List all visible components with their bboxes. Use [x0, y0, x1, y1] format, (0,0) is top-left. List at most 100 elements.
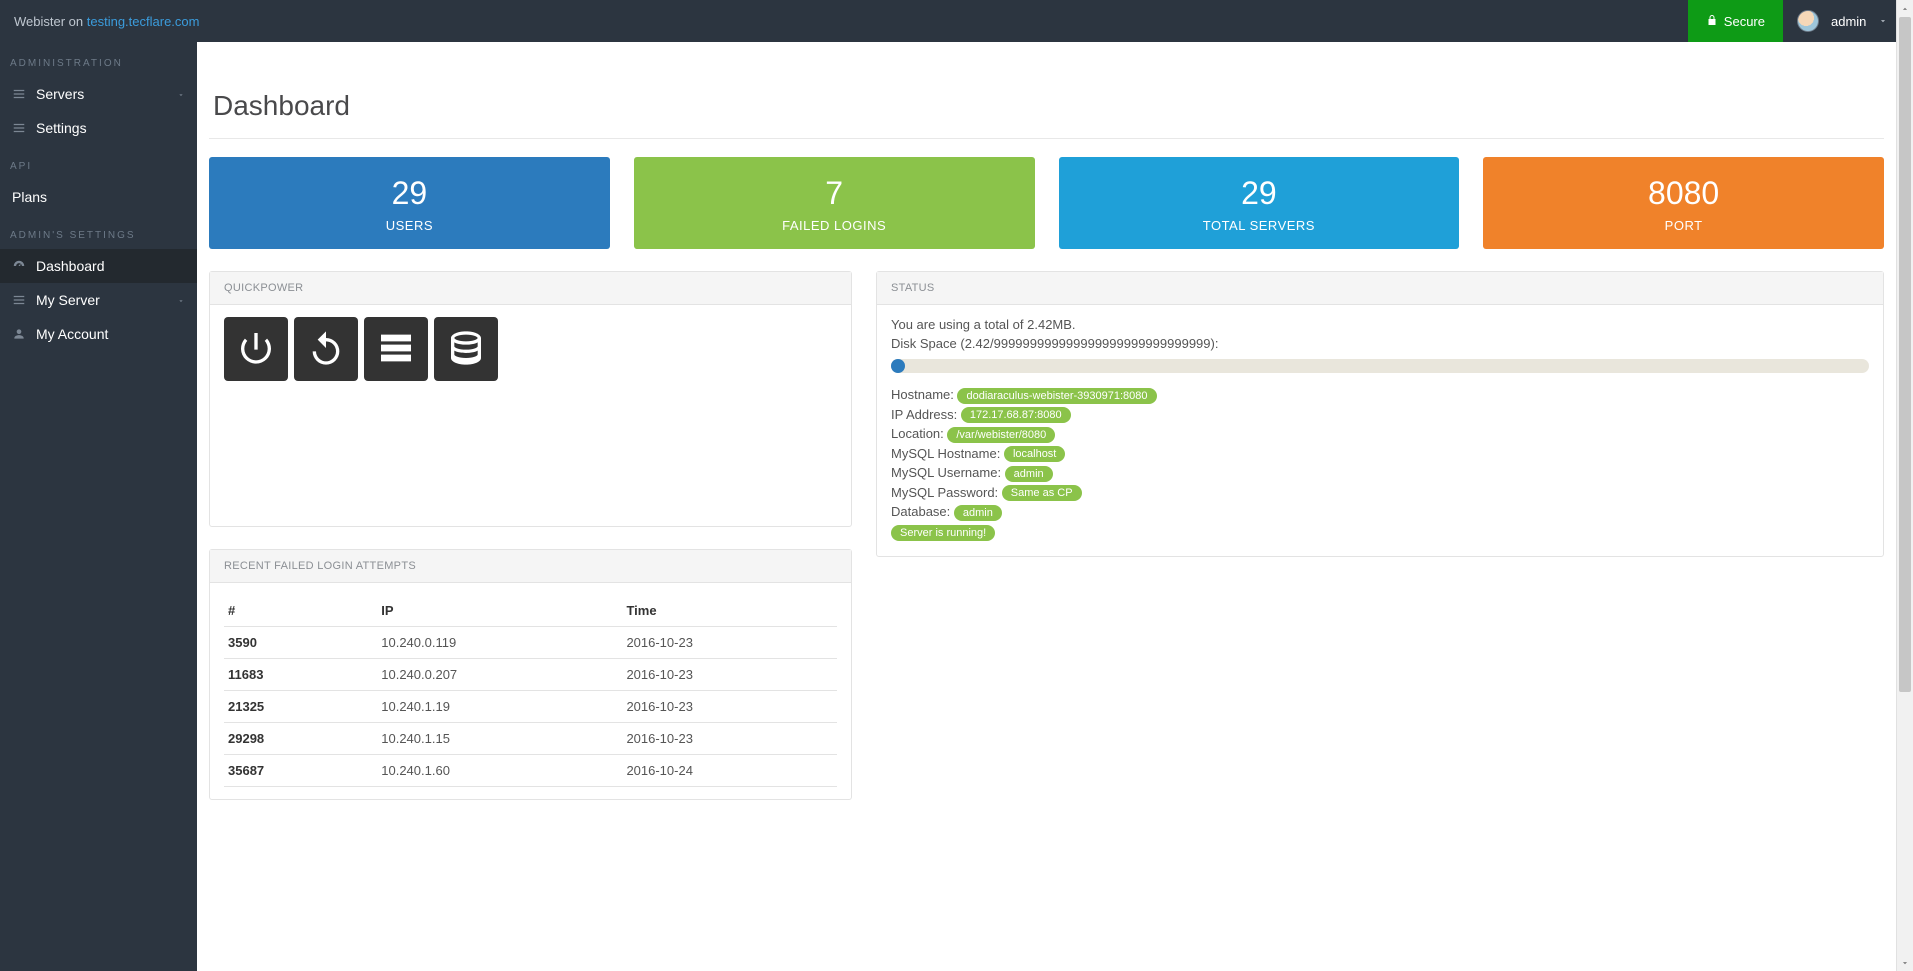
sidebar-item-label: My Server — [36, 292, 100, 308]
status-label: Hostname: — [891, 387, 957, 402]
stat-label: TOTAL SERVERS — [1069, 218, 1450, 233]
panel-body: # IP Time 3590 10.240.0.119 2016-10-23 — [210, 583, 851, 799]
cell-time: 2016-10-23 — [622, 659, 837, 691]
panel-header: RECENT FAILED LOGIN ATTEMPTS — [210, 550, 851, 583]
stat-value: 29 — [219, 175, 600, 212]
col-time: Time — [622, 595, 837, 627]
brand-link[interactable]: Webister on testing.tecflare.com — [14, 14, 199, 29]
restart-button[interactable] — [294, 317, 358, 381]
sidebar-item-my-server[interactable]: My Server — [0, 283, 197, 317]
cell-id: 11683 — [224, 659, 377, 691]
lock-icon — [1706, 14, 1718, 29]
power-icon — [236, 328, 276, 371]
sidebar-item-settings[interactable]: Settings — [0, 111, 197, 145]
stat-failed-logins[interactable]: 7 FAILED LOGINS — [634, 157, 1035, 249]
left-column: QUICKPOWER — [209, 271, 852, 800]
table-header-row: # IP Time — [224, 595, 837, 627]
cell-id: 3590 — [224, 627, 377, 659]
status-value-pill: /var/webister/8080 — [947, 427, 1055, 443]
list-icon — [12, 87, 26, 101]
cell-ip: 10.240.1.15 — [377, 723, 622, 755]
status-label: MySQL Password: — [891, 485, 1002, 500]
stat-label: FAILED LOGINS — [644, 218, 1025, 233]
status-mysql-host: MySQL Hostname: localhost — [891, 446, 1869, 463]
cell-time: 2016-10-23 — [622, 723, 837, 755]
brand-host: testing.tecflare.com — [87, 14, 200, 29]
cell-id: 35687 — [224, 755, 377, 787]
table-row: 3590 10.240.0.119 2016-10-23 — [224, 627, 837, 659]
cell-ip: 10.240.1.60 — [377, 755, 622, 787]
status-value-pill: Same as CP — [1002, 485, 1082, 501]
sidebar-item-plans[interactable]: Plans — [0, 180, 197, 214]
failed-logins-table: # IP Time 3590 10.240.0.119 2016-10-23 — [224, 595, 837, 787]
power-button[interactable] — [224, 317, 288, 381]
panel-body — [210, 305, 851, 393]
sidebar-heading-administration: ADMINISTRATION — [0, 42, 197, 77]
status-location: Location: /var/webister/8080 — [891, 426, 1869, 443]
database-button[interactable] — [434, 317, 498, 381]
status-label: MySQL Hostname: — [891, 446, 1004, 461]
status-mysql-user: MySQL Username: admin — [891, 465, 1869, 482]
scroll-up-icon[interactable] — [1897, 0, 1913, 17]
stat-users[interactable]: 29 USERS — [209, 157, 610, 249]
server-button[interactable] — [364, 317, 428, 381]
sidebar-item-servers[interactable]: Servers — [0, 77, 197, 111]
topbar: Webister on testing.tecflare.com Secure … — [0, 0, 1913, 42]
status-value-pill: 172.17.68.87:8080 — [961, 407, 1071, 423]
stat-value: 29 — [1069, 175, 1450, 212]
sidebar-item-my-account[interactable]: My Account — [0, 317, 197, 351]
dashboard-icon — [12, 259, 26, 273]
sidebar-item-dashboard[interactable]: Dashboard — [0, 249, 197, 283]
cell-id: 29298 — [224, 723, 377, 755]
status-value-pill: dodiaraculus-webister-3930971:8080 — [957, 388, 1156, 404]
status-running: Server is running! — [891, 524, 1869, 541]
table-row: 29298 10.240.1.15 2016-10-23 — [224, 723, 837, 755]
cell-time: 2016-10-24 — [622, 755, 837, 787]
status-mysql-pass: MySQL Password: Same as CP — [891, 485, 1869, 502]
status-value-pill: Server is running! — [891, 525, 995, 541]
cell-ip: 10.240.1.19 — [377, 691, 622, 723]
status-label: MySQL Username: — [891, 465, 1005, 480]
status-value-pill: admin — [1005, 466, 1053, 482]
cell-ip: 10.240.0.119 — [377, 627, 622, 659]
sidebar-item-label: My Account — [36, 326, 108, 342]
status-ip: IP Address: 172.17.68.87:8080 — [891, 407, 1869, 424]
sidebar-heading-api: API — [0, 145, 197, 180]
stat-value: 8080 — [1493, 175, 1874, 212]
user-menu[interactable]: admin — [1783, 0, 1913, 42]
status-database: Database: admin — [891, 504, 1869, 521]
stat-total-servers[interactable]: 29 TOTAL SERVERS — [1059, 157, 1460, 249]
disk-progress — [891, 359, 1869, 373]
stat-label: PORT — [1493, 218, 1874, 233]
quickpower-buttons — [224, 317, 837, 381]
stat-port[interactable]: 8080 PORT — [1483, 157, 1884, 249]
sidebar: ADMINISTRATION Servers Settings API Plan… — [0, 42, 197, 971]
status-value-pill: localhost — [1004, 446, 1065, 462]
secure-label: Secure — [1724, 14, 1765, 29]
panel-header: QUICKPOWER — [210, 272, 851, 305]
two-column-row: QUICKPOWER — [209, 271, 1884, 800]
sidebar-item-label: Servers — [36, 86, 84, 102]
page-title: Dashboard — [213, 90, 1884, 122]
server-icon — [376, 328, 416, 371]
secure-badge[interactable]: Secure — [1688, 0, 1783, 42]
scrollbar-track[interactable] — [1897, 17, 1913, 954]
user-icon — [12, 327, 26, 341]
sidebar-item-label: Dashboard — [36, 258, 105, 274]
cell-time: 2016-10-23 — [622, 627, 837, 659]
cell-id: 21325 — [224, 691, 377, 723]
chevron-down-icon — [177, 292, 185, 308]
list-icon — [12, 293, 26, 307]
main-content: Dashboard 29 USERS 7 FAILED LOGINS 29 TO… — [197, 42, 1896, 971]
stat-value: 7 — [644, 175, 1025, 212]
col-num: # — [224, 595, 377, 627]
chevron-down-icon — [177, 86, 185, 102]
status-label: IP Address: — [891, 407, 961, 422]
panel-body: You are using a total of 2.42MB. Disk Sp… — [877, 305, 1883, 556]
status-panel: STATUS You are using a total of 2.42MB. … — [876, 271, 1884, 557]
scroll-down-icon[interactable] — [1897, 954, 1913, 971]
status-hostname: Hostname: dodiaraculus-webister-3930971:… — [891, 387, 1869, 404]
scrollbar-thumb[interactable] — [1899, 17, 1911, 692]
right-column: STATUS You are using a total of 2.42MB. … — [876, 271, 1884, 800]
browser-scrollbar[interactable] — [1896, 0, 1913, 971]
